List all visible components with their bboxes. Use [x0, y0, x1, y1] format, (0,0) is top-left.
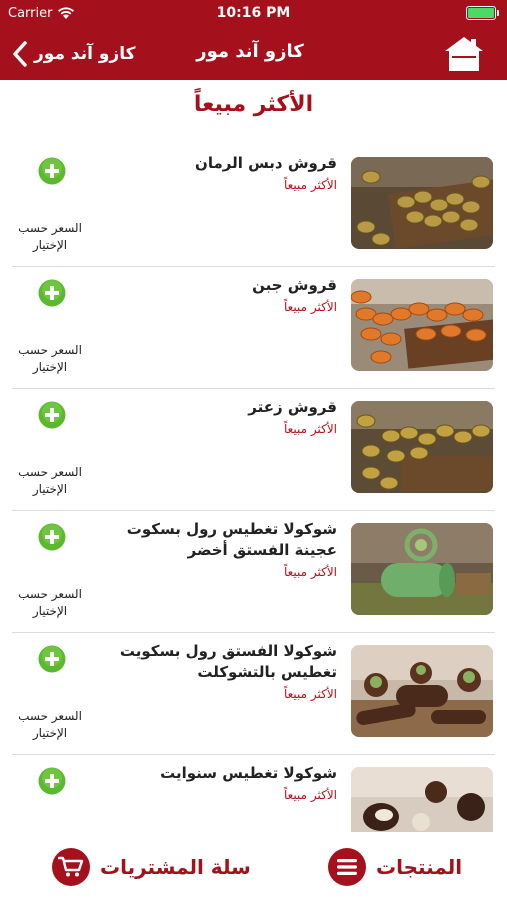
cart-icon [52, 848, 90, 886]
product-image [351, 157, 493, 249]
back-button-label: كازو آند مور [34, 44, 136, 64]
list-item[interactable]: قروش جبن الأكثر مبيعاً السعر حسب الإختيا… [12, 267, 495, 389]
bestseller-tag: الأكثر مبيعاً [283, 565, 337, 579]
menu-icon [328, 848, 366, 886]
back-button[interactable]: كازو آند مور [12, 38, 135, 70]
list-item[interactable]: شوكولا تغطيس سنوايت الأكثر مبيعاً [12, 755, 495, 832]
list-item[interactable]: شوكولا تغطيس رول بسكوت عجينة الفستق أخضر… [12, 511, 495, 633]
tab-products[interactable]: المنتجات [328, 844, 462, 890]
navigation-bar: كازو آند مور كازو آند مور [0, 28, 507, 80]
clock: 10:16 PM [216, 5, 291, 21]
list-item[interactable]: قروش دبس الرمان الأكثر مبيعاً السعر حسب … [12, 145, 495, 267]
tab-products-label: المنتجات [376, 855, 463, 879]
add-to-cart-button[interactable] [38, 401, 66, 429]
battery-body [466, 6, 496, 20]
home-button[interactable] [443, 34, 485, 74]
add-to-cart-button[interactable] [38, 279, 66, 307]
tab-cart-label: سلة المشتريات [100, 855, 251, 879]
chevron-left-icon [13, 41, 27, 67]
battery-fill [468, 8, 494, 18]
add-to-cart-button[interactable] [38, 767, 66, 795]
product-name: قروش زعتر [248, 398, 337, 416]
bestseller-tag: الأكثر مبيعاً [283, 178, 337, 192]
bottom-tab-bar: سلة المشتريات المنتجات [0, 832, 507, 900]
product-info: شوكولا تغطيس سنوايت الأكثر مبيعاً [107, 763, 337, 802]
price-label: السعر حسب الإختيار [18, 343, 82, 374]
product-info: شوكولا الفستق رول بسكويت تغطيس بالتشوكلت… [107, 641, 337, 701]
product-info: قروش جبن الأكثر مبيعاً [107, 275, 337, 314]
battery-icon [466, 6, 499, 20]
product-info: قروش دبس الرمان الأكثر مبيعاً [107, 153, 337, 192]
bestseller-tag: الأكثر مبيعاً [283, 300, 337, 314]
product-name: شوكولا تغطيس سنوايت [160, 764, 337, 782]
price-label: السعر حسب الإختيار [18, 465, 82, 496]
battery-tip [497, 10, 499, 16]
add-to-cart-button[interactable] [38, 523, 66, 551]
product-info: شوكولا تغطيس رول بسكوت عجينة الفستق أخضر… [107, 519, 337, 579]
list-item[interactable]: شوكولا الفستق رول بسكويت تغطيس بالتشوكلت… [12, 633, 495, 755]
product-name: شوكولا تغطيس رول بسكوت عجينة الفستق أخضر [126, 520, 337, 559]
price-label: السعر حسب الإختيار [18, 709, 82, 740]
status-bar: Carrier 10:16 PM [0, 0, 507, 28]
product-name: قروش دبس الرمان [195, 154, 337, 172]
add-to-cart-button[interactable] [38, 157, 66, 185]
product-image [351, 401, 493, 493]
product-image [351, 279, 493, 371]
section-title: الأكثر مبيعاً [193, 92, 314, 117]
price-label: السعر حسب الإختيار [18, 587, 82, 618]
product-image [351, 767, 493, 832]
product-name: شوكولا الفستق رول بسكويت تغطيس بالتشوكلت [119, 642, 337, 681]
product-info: قروش زعتر الأكثر مبيعاً [107, 397, 337, 436]
tab-cart[interactable]: سلة المشتريات [52, 844, 251, 890]
price-label: السعر حسب الإختيار [18, 221, 82, 252]
product-name: قروش جبن [252, 276, 337, 294]
bestseller-tag: الأكثر مبيعاً [283, 687, 337, 701]
page-title: كازو آند مور [196, 41, 304, 62]
product-list[interactable]: قروش دبس الرمان الأكثر مبيعاً السعر حسب … [0, 145, 507, 832]
bestseller-tag: الأكثر مبيعاً [283, 422, 337, 436]
list-item[interactable]: قروش زعتر الأكثر مبيعاً السعر حسب الإختي… [12, 389, 495, 511]
product-image [351, 645, 493, 737]
add-to-cart-button[interactable] [38, 645, 66, 673]
bestseller-tag: الأكثر مبيعاً [283, 788, 337, 802]
product-image [351, 523, 493, 615]
home-icon [445, 37, 483, 71]
